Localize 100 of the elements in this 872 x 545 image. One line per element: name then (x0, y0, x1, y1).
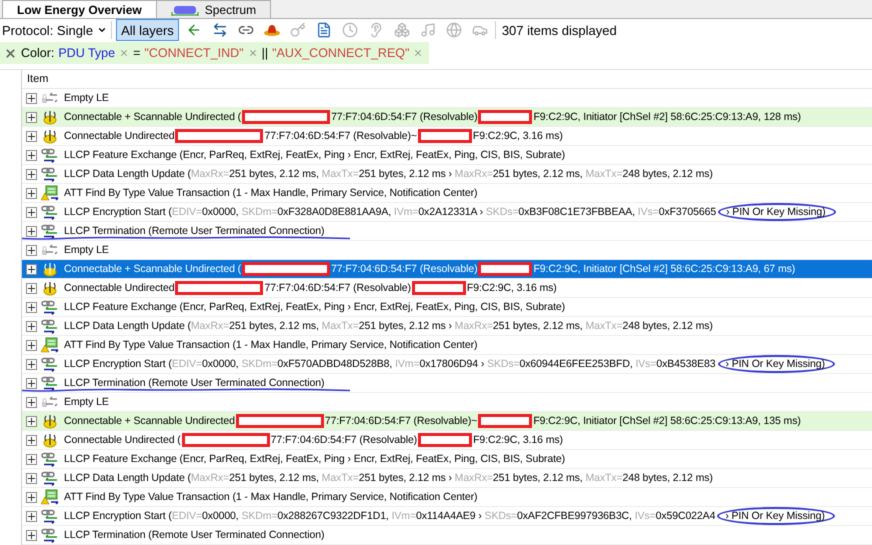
chain-arrows-icon (41, 508, 59, 524)
filter-token: PDU Type (58, 46, 116, 60)
remove-icon[interactable] (248, 48, 258, 58)
filter-token: = (133, 46, 140, 60)
expand-toggle[interactable] (26, 396, 37, 408)
tree-row[interactable]: Connectable + Scannable Undirected ( 77:F7:04:6D:54:F7 (Resolvable) F9:C2:9C, Initiator [ChSel #2] 58:6C:25:C9:13:A9, 67 ms) (22, 260, 872, 279)
row-text: ATT Find By Type Value Transaction (1 - Max Handle, Primary Service, Notification Center) (64, 187, 478, 199)
expand-toggle[interactable] (26, 264, 37, 274)
tree-row[interactable]: Connectable Undirected 77:F7:04:6D:54:F7 (Resolvable)~ F9:C2:9C, 3.16 ms) (22, 127, 872, 146)
expand-toggle[interactable] (26, 150, 37, 160)
tree-row[interactable]: LLCP Feature Exchange (Encr, ParReq, ExtRej, FeatEx, Ping › Encr, ExtRej, FeatEx, Ping, CIS, BIS, Subrate) (22, 146, 872, 165)
chain-arrows-icon (41, 376, 59, 390)
tree-row[interactable]: LLCP Feature Exchange (Encr, ParReq, ExtRej, FeatEx, Ping › Encr, ExtRej, FeatEx, Ping, CIS, BIS, Subrate) (22, 298, 872, 317)
tab[interactable]: Spectrum (156, 0, 272, 18)
expand-toggle[interactable] (26, 340, 37, 350)
tree-row[interactable]: ATT Find By Type Value Transaction (1 - Max Handle, Primary Service, Notification Center) (22, 184, 872, 203)
close-icon[interactable] (4, 46, 17, 60)
tree-row[interactable]: LLCP Termination (Remote User Terminated Connection) (22, 222, 872, 241)
expand-toggle[interactable] (26, 302, 37, 312)
tree-row[interactable]: LLCP Termination (Remote User Terminated Connection) (22, 526, 872, 545)
expand-toggle[interactable] (26, 472, 37, 484)
row-text: F9:C2:9C, Initiator [ChSel #2] 58:6C:25:C9:13:A9, 67 ms) (533, 263, 796, 275)
expand-toggle[interactable] (26, 530, 37, 540)
chain-arrows-icon (41, 300, 59, 314)
remove-icon[interactable] (413, 48, 424, 58)
row-text: Connectable Undirected (64, 130, 174, 142)
row-text: 77:F7:04:6D:54:F7 (Resolvable) (264, 282, 411, 294)
expand-toggle[interactable] (26, 416, 37, 426)
row-text: 77:F7:04:6D:54:F7 (Resolvable)~ (264, 130, 417, 142)
document-warning-icon (41, 489, 59, 505)
row-text: LLCP Data Length Update (MaxRx=251 bytes, 2.12 ms, MaxTx=251 bytes, 2.12 ms › MaxRx=251 bytes, 2.12 ms, MaxTx=248 bytes, 2.12 ms) (64, 320, 713, 332)
document-warning-icon (41, 337, 59, 353)
expand-toggle[interactable] (26, 168, 37, 180)
row-text: Connectable + Scannable Undirected ( (64, 111, 242, 123)
caret-icon (97, 25, 108, 35)
expand-toggle[interactable] (26, 358, 37, 370)
row-text: LLCP Encryption Start (EDIV=0x0000, SKDm=0x288267C9322DF1D1, IVm=0x114A4AE9 › SKDs=0xAF2CFBE997936B3C, IVs=0x59C022A4 (64, 510, 716, 522)
row-text: Empty LE (64, 244, 109, 256)
tree-row[interactable]: LLCP Data Length Update (MaxRx=251 bytes, 2.12 ms, MaxTx=251 bytes, 2.12 ms › MaxRx=251 bytes, 2.12 ms, MaxTx=248 bytes, 2.12 ms) (22, 165, 872, 184)
document-warning-icon (41, 185, 59, 201)
row-text: 77:F7:04:6D:54:F7 (Resolvable) (270, 434, 418, 446)
lock-arrows-icon (41, 395, 59, 409)
row-text: 77:F7:04:6D:54:F7 (Resolvable) (331, 111, 478, 123)
expand-toggle[interactable] (26, 510, 37, 522)
tree-row[interactable]: ATT Find By Type Value Transaction (1 - Max Handle, Primary Service, Notification Center) (22, 336, 872, 355)
redaction-mark (412, 281, 466, 295)
expand-toggle[interactable] (26, 454, 37, 464)
chain-arrows-icon (41, 148, 59, 162)
tree-row[interactable]: Connectable + Scannable Undirected 77:F7:04:6D:54:F7 (Resolvable)~ F9:C2:9C, Initiator [ChSel #2] 58:6C:25:C9:13:A9, 135 ms) (22, 412, 872, 431)
item-count: 307 items displayed (494, 21, 617, 39)
antenna-icon (41, 109, 59, 125)
row-text: Connectable Undirected ( (64, 434, 181, 446)
expand-toggle[interactable] (26, 320, 37, 332)
tree-row[interactable]: Connectable + Scannable Undirected ( 77:F7:04:6D:54:F7 (Resolvable) F9:C2:9C, Initiator [ChSel #2] 58:6C:25:C9:13:A9, 128 ms) (22, 108, 872, 127)
row-text: F9:C2:9C, 3.16 ms) (466, 282, 557, 294)
expand-toggle[interactable] (26, 434, 37, 446)
tree-row[interactable]: LLCP Encryption Start (EDIV=0x0000, SKDm=0x288267C9322DF1D1, IVm=0x114A4AE9 › SKDs=0xAF2CFBE997936B3C, IVs=0x59C022A4 › PIN Or Key Missing) (22, 507, 872, 526)
tree-row[interactable]: LLCP Termination (Remote User Terminated Connection) (22, 374, 872, 393)
tree-row[interactable]: LLCP Encryption Start (EDIV=0x0000, SKDm=0xF570ADBD48D528B8, IVm=0x17806D94 › SKDs=0x60944E6FEE253BFD, IVs=0xB4538E83 › PIN Or Key Missing) (22, 355, 872, 374)
expand-toggle[interactable] (26, 282, 37, 294)
remove-icon[interactable] (119, 48, 130, 58)
row-text: F9:C2:9C, Initiator [ChSel #2] 58:6C:25:C9:13:A9, 135 ms) (533, 415, 801, 427)
tree-row[interactable]: Connectable Undirected ( 77:F7:04:6D:54:F7 (Resolvable) F9:C2:9C, 3.16 ms) (22, 431, 872, 450)
chain-arrows-icon (41, 452, 59, 466)
filter-token: "CONNECT_IND" (144, 46, 244, 60)
expand-toggle[interactable] (26, 206, 37, 218)
expand-toggle[interactable] (26, 130, 37, 142)
chain-arrows-icon (41, 528, 59, 542)
row-text: F9:C2:9C, 3.16 ms) (473, 434, 563, 446)
redaction-mark (418, 129, 472, 143)
antenna-icon (41, 128, 59, 144)
redaction-mark (478, 414, 532, 428)
row-text: LLCP Data Length Update (MaxRx=251 bytes, 2.12 ms, MaxTx=251 bytes, 2.12 ms › MaxRx=251 bytes, 2.12 ms, MaxTx=248 bytes, 2.12 ms) (64, 472, 713, 484)
tree-row[interactable]: ATT Find By Type Value Transaction (1 - Max Handle, Primary Service, Notification Center) (22, 488, 872, 507)
filter-token: "AUX_CONNECT_REQ" (272, 46, 410, 60)
protocol-dropdown[interactable]: Protocol: Single (2, 21, 112, 39)
expand-toggle[interactable] (26, 378, 37, 388)
tree-row[interactable]: LLCP Data Length Update (MaxRx=251 bytes, 2.12 ms, MaxTx=251 bytes, 2.12 ms › MaxRx=251 bytes, 2.12 ms, MaxTx=248 bytes, 2.12 ms) (22, 469, 872, 488)
tree-row[interactable]: LLCP Feature Exchange (Encr, ParReq, ExtRej, FeatEx, Ping › Encr, ExtRej, FeatEx, Ping, CIS, BIS, Subrate) (22, 450, 872, 469)
expand-toggle[interactable] (26, 244, 37, 256)
all-layers-toggle[interactable]: All layers (116, 19, 179, 41)
expand-toggle[interactable] (26, 92, 37, 104)
row-text: 77:F7:04:6D:54:F7 (Resolvable) (331, 263, 478, 275)
spectrum-icon (170, 4, 199, 16)
row-text: › PIN Or Key Missing) (726, 358, 825, 370)
chain-arrows-icon (41, 224, 59, 238)
tab[interactable]: Low Energy Overview (2, 0, 157, 18)
expand-toggle[interactable] (26, 112, 37, 122)
lock-arrows-icon (41, 243, 59, 257)
expand-toggle[interactable] (26, 226, 37, 236)
tree-row[interactable]: LLCP Encryption Start (EDIV=0x0000, SKDm=0xF328A0D8E881AA9A, IVm=0x2A12331A › SKDs=0xB3F08C1E73FBBEAA, IVs=0xF3705665 › PIN Or Key Missing) (22, 203, 872, 222)
filter-token: || (262, 46, 268, 60)
tree-row[interactable]: Connectable Undirected 77:F7:04:6D:54:F7 (Resolvable) F9:C2:9C, 3.16 ms) (22, 279, 872, 298)
chain-arrows-icon (41, 470, 59, 486)
chain-arrows-icon (41, 318, 59, 334)
tree-row[interactable]: LLCP Data Length Update (MaxRx=251 bytes, 2.12 ms, MaxTx=251 bytes, 2.12 ms › MaxRx=251 bytes, 2.12 ms, MaxTx=248 bytes, 2.12 ms) (22, 317, 872, 336)
expand-toggle[interactable] (26, 188, 37, 198)
lock-arrows-icon (41, 91, 59, 105)
expand-toggle[interactable] (26, 492, 37, 502)
row-text: Connectable Undirected (64, 282, 174, 294)
